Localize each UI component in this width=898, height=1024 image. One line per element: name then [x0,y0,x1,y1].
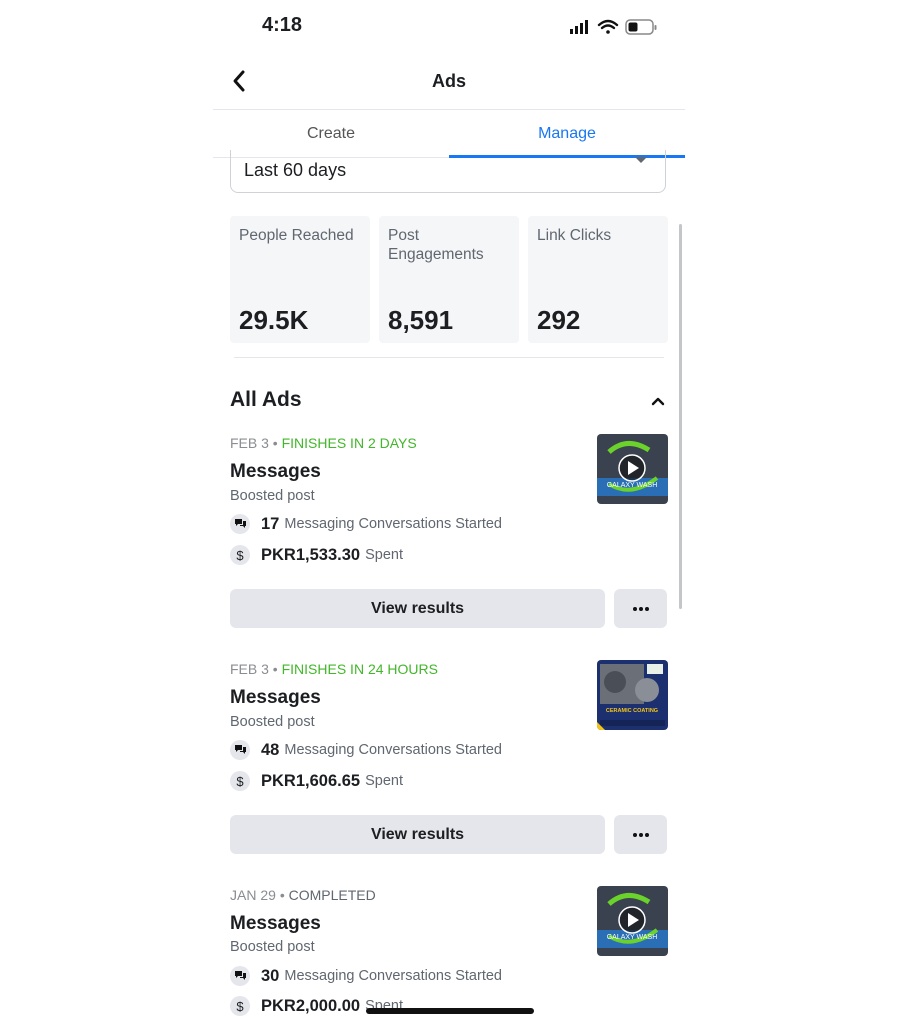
ad-status: FINISHES IN 24 HOURS [281,661,438,677]
ad-spent-row: $ PKR1,606.65 Spent [230,771,403,791]
ad-title: Messages [230,913,321,934]
svg-text:GALAXY WASH: GALAXY WASH [607,934,658,941]
ad-spent-value: PKR2,000.00 [261,996,361,1015]
stat-label: People Reached [239,227,354,244]
chevron-up-icon [651,397,665,406]
ad-meta-separator: • [272,435,278,451]
ad-date-status: FEB 3 • FINISHES IN 2 DAYS [230,435,417,451]
ad-metric-value: 30 [261,966,280,985]
ad-thumbnail[interactable]: GALAXY WASH [597,434,668,504]
ad-metric-label: Messaging Conversations Started [284,516,502,532]
ad-date-status: JAN 29 • COMPLETED [230,887,376,903]
scrollbar[interactable] [679,224,682,609]
view-results-button[interactable]: View results [230,815,605,854]
svg-text:CERAMIC COATING: CERAMIC COATING [606,708,658,714]
stat-label: Link Clicks [537,227,612,244]
stat-post-engagements: Post Engagements 8,591 [379,216,519,343]
more-options-button[interactable] [614,815,667,854]
header-divider [213,109,685,110]
signal-icon [570,20,588,34]
more-dots-icon [632,606,649,611]
ad-title: Messages [230,461,321,482]
ad-title: Messages [230,687,321,708]
home-indicator [366,1008,534,1014]
ad-metric-row: 48 Messaging Conversations Started [230,740,502,760]
ad-metric-row: 17 Messaging Conversations Started [230,514,502,534]
ad-spent-row: $ PKR1,533.30 Spent [230,545,403,565]
tab-manage[interactable]: Manage [449,125,685,143]
ad-status: COMPLETED [288,887,376,903]
section-title: All Ads [230,388,302,411]
stat-people-reached: People Reached 29.5K [230,216,370,343]
ad-thumbnail[interactable]: GALAXY WASH [597,886,668,956]
ad-subtitle: Boosted post [230,714,315,730]
ad-spent-label: Spent [365,547,403,563]
back-button[interactable] [228,66,254,96]
chat-bubbles-icon [230,966,250,986]
dollar-icon: $ [230,996,250,1016]
stat-value: 8,591 [388,305,454,335]
status-icons [569,17,659,37]
ad-subtitle: Boosted post [230,488,315,504]
ad-meta-separator: • [279,887,285,903]
dollar-icon: $ [230,545,250,565]
view-results-button[interactable]: View results [230,589,605,628]
stat-value: 292 [537,305,581,335]
more-options-button[interactable] [614,589,667,628]
ad-thumbnail[interactable]: CERAMIC COATING [597,660,668,730]
svg-text:GALAXY WASH: GALAXY WASH [607,482,658,489]
stat-link-clicks: Link Clicks 292 [528,216,668,343]
ad-meta-separator: • [272,661,278,677]
ad-date: FEB 3 [230,435,269,451]
tab-create[interactable]: Create [213,125,449,143]
stat-value: 29.5K [239,305,309,335]
ad-date-status: FEB 3 • FINISHES IN 24 HOURS [230,661,438,677]
chat-bubbles-icon [230,740,250,760]
chevron-left-icon [233,70,245,92]
ad-subtitle: Boosted post [230,939,315,955]
ad-date: JAN 29 [230,887,276,903]
ad-metric-row: 30 Messaging Conversations Started [230,966,502,986]
ad-spent-label: Spent [365,773,403,789]
more-dots-icon [632,832,649,837]
battery-icon [625,19,657,35]
ad-metric-label: Messaging Conversations Started [284,968,502,984]
stats-divider [234,357,664,358]
ad-date: FEB 3 [230,661,269,677]
wifi-icon [597,19,619,34]
status-time: 4:18 [262,14,303,36]
ad-status: FINISHES IN 2 DAYS [281,435,417,451]
ad-metric-value: 48 [261,740,280,759]
ad-spent-value: PKR1,533.30 [261,545,361,564]
chat-bubbles-icon [230,514,250,534]
page-title: Ads [431,71,466,91]
ad-metric-label: Messaging Conversations Started [284,742,502,758]
ad-metric-value: 17 [261,514,280,533]
dollar-icon: $ [230,771,250,791]
dropdown-caret-icon [635,157,647,163]
date-range-value: Last 60 days [244,160,347,180]
collapse-section-button[interactable] [649,393,667,411]
stat-label: Post Engagements [388,227,484,263]
ad-spent-value: PKR1,606.65 [261,771,361,790]
